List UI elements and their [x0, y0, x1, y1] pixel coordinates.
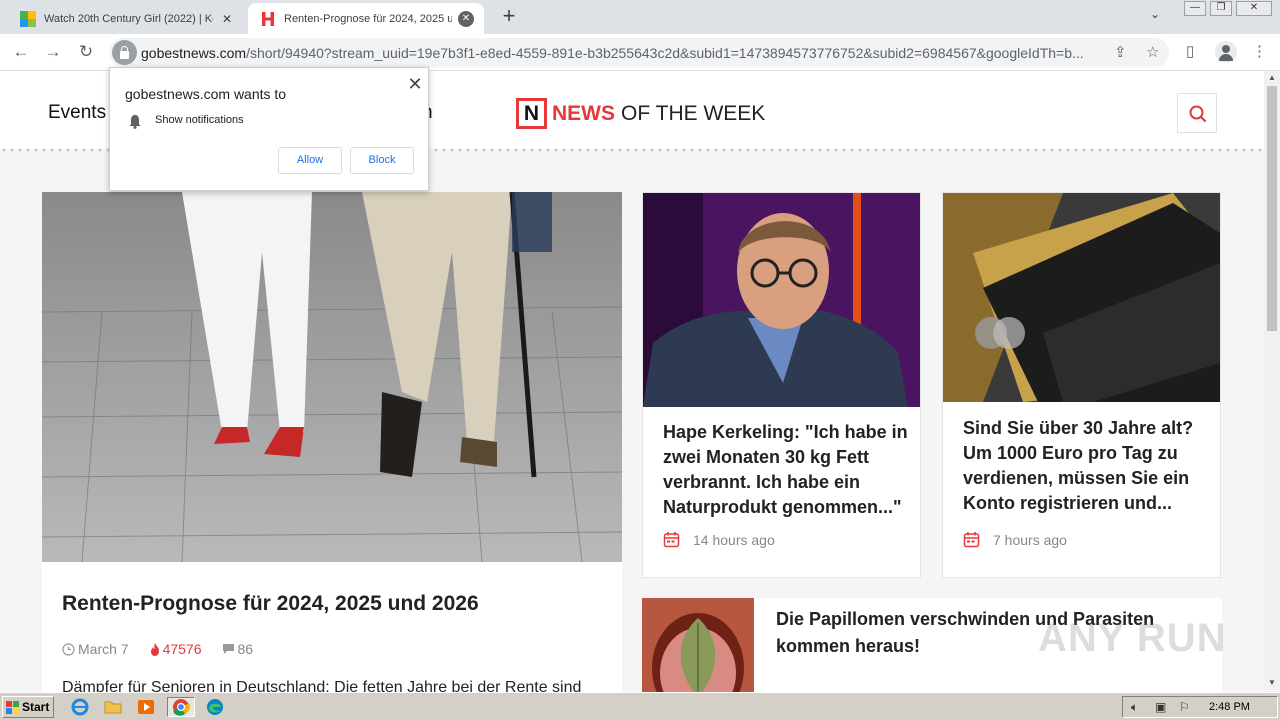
star-icon[interactable]: ☆ — [1146, 43, 1159, 61]
search-button[interactable] — [1177, 93, 1217, 133]
lock-icon[interactable] — [112, 40, 137, 65]
popup-permission: Show notifications — [155, 114, 244, 126]
chevron-down-icon[interactable]: ⌄ — [1150, 7, 1160, 21]
chrome-icon — [173, 699, 190, 716]
site-logo[interactable]: N NEWS OF THE WEEK — [516, 98, 765, 129]
allow-button[interactable]: Allow — [278, 147, 342, 174]
card-time: 14 hours ago — [663, 531, 775, 548]
hero-comments: 86 — [237, 641, 254, 657]
scroll-down-arrow-icon[interactable]: ▼ — [1264, 676, 1280, 690]
h-logo-icon — [262, 11, 274, 26]
speaker-icon[interactable]: 🔈︎ — [1131, 700, 1138, 715]
media-player-icon[interactable] — [135, 697, 157, 717]
hero-excerpt: Dämpfer für Senioren in Deutschland: Die… — [62, 679, 582, 692]
menu-kebab-icon[interactable]: ⋮ — [1252, 42, 1267, 60]
comment-icon — [222, 644, 234, 654]
card-time: 7 hours ago — [963, 531, 1067, 548]
hero-title[interactable]: Renten-Prognose für 2024, 2025 und 2026 — [62, 592, 479, 616]
tab-strip: Watch 20th Century Girl (2022) | Kor ✕ R… — [0, 0, 1280, 34]
page-scrollbar[interactable]: ▲ ▼ — [1264, 71, 1280, 692]
tongue-with-leaf-photo — [642, 598, 754, 692]
scroll-thumb[interactable] — [1267, 86, 1277, 331]
taskbar: Start 🔈︎ ▣ ⚐ 2:48 PM — [0, 692, 1280, 720]
card-title[interactable]: Sind Sie über 30 Jahre alt? Um 1000 Euro… — [963, 416, 1208, 516]
edge-icon[interactable] — [204, 697, 226, 717]
card-time-text: 7 hours ago — [993, 531, 1067, 548]
logo-of-the-week: OF THE WEEK — [621, 101, 766, 125]
tab-renten-prognose[interactable]: Renten-Prognose für 2024, 2025 und 2026 … — [248, 3, 484, 34]
sidebar-icon[interactable]: ▯ — [1186, 42, 1194, 60]
clock-icon — [62, 642, 75, 656]
article-card[interactable]: Hape Kerkeling: "Ich habe in zwei Monate… — [642, 192, 921, 578]
back-arrow-icon[interactable]: ← — [10, 42, 32, 64]
tab-title: Watch 20th Century Girl (2022) | Kor — [44, 12, 213, 25]
system-tray: 🔈︎ ▣ ⚐ 2:48 PM — [1122, 696, 1278, 718]
notification-permission-popup: gobestnews.com wants to ✕ Show notificat… — [109, 67, 429, 191]
window-close-button[interactable]: ✕ — [1236, 1, 1272, 16]
calendar-icon — [963, 532, 980, 548]
nav-link-events[interactable]: Events — [48, 102, 106, 124]
walking-seniors-photo — [42, 192, 622, 562]
logo-news: NEWS — [552, 101, 615, 125]
hero-image[interactable] — [42, 192, 622, 562]
card-image[interactable] — [943, 193, 1220, 402]
address-bar[interactable]: gobestnews.com/short/94940?stream_uuid=1… — [109, 38, 1169, 67]
tab-title: Renten-Prognose für 2024, 2025 und 2026 — [284, 12, 452, 25]
flag-icon[interactable]: ⚐ — [1179, 700, 1190, 714]
close-icon[interactable]: ✕ — [406, 74, 424, 95]
windows-flag-icon — [6, 700, 19, 714]
new-tab-button[interactable]: + — [496, 5, 522, 29]
folder-icon[interactable] — [102, 697, 124, 717]
man-with-glasses-photo — [643, 193, 920, 407]
hero-date: March 7 — [78, 641, 129, 657]
forward-arrow-icon[interactable]: → — [42, 42, 64, 64]
network-icon[interactable]: ▣ — [1155, 700, 1166, 714]
maximize-button[interactable]: ❐ — [1210, 1, 1232, 16]
article-card[interactable]: Sind Sie über 30 Jahre alt? Um 1000 Euro… — [942, 192, 1221, 578]
start-button[interactable]: Start — [2, 696, 54, 718]
anyrun-watermark: ANY RUN — [1038, 616, 1227, 660]
calendar-icon — [663, 532, 680, 548]
card-title[interactable]: Hape Kerkeling: "Ich habe in zwei Monate… — [663, 420, 908, 520]
close-icon[interactable]: ✕ — [219, 11, 235, 27]
logo-letter: N — [516, 98, 547, 129]
profile-avatar-icon[interactable] — [1215, 41, 1237, 63]
clock[interactable]: 2:48 PM — [1209, 701, 1250, 713]
credit-cards-photo — [943, 193, 1220, 402]
colorful-site-icon — [20, 10, 36, 27]
popup-title: gobestnews.com wants to — [125, 86, 287, 102]
start-label: Start — [22, 700, 50, 714]
search-icon — [1189, 105, 1207, 123]
share-icon[interactable]: ⇪ — [1114, 43, 1127, 61]
card-image[interactable] — [643, 193, 920, 407]
card-time-text: 14 hours ago — [693, 531, 775, 548]
tab-watch-20th-century-girl[interactable]: Watch 20th Century Girl (2022) | Kor ✕ — [8, 3, 245, 34]
internet-explorer-icon[interactable] — [69, 697, 91, 717]
scroll-up-arrow-icon[interactable]: ▲ — [1264, 71, 1280, 85]
bell-icon — [129, 115, 141, 129]
close-icon[interactable]: ✕ — [458, 10, 474, 27]
fire-icon — [150, 642, 159, 656]
minimize-button[interactable]: — — [1184, 1, 1206, 16]
reload-icon[interactable]: ↻ — [75, 42, 97, 64]
chrome-taskbar-button[interactable] — [167, 697, 195, 717]
hero-article: Renten-Prognose für 2024, 2025 und 2026 … — [42, 562, 622, 692]
list-image[interactable] — [642, 598, 754, 692]
browser-toolbar: ← → ↻ gobestnews.com/short/94940?stream_… — [0, 34, 1280, 71]
url-text[interactable]: gobestnews.com/short/94940?stream_uuid=1… — [141, 45, 1101, 61]
hero-views: 47576 — [162, 641, 202, 657]
block-button[interactable]: Block — [350, 147, 414, 174]
hero-meta: March 7 47576 86 — [62, 641, 253, 657]
